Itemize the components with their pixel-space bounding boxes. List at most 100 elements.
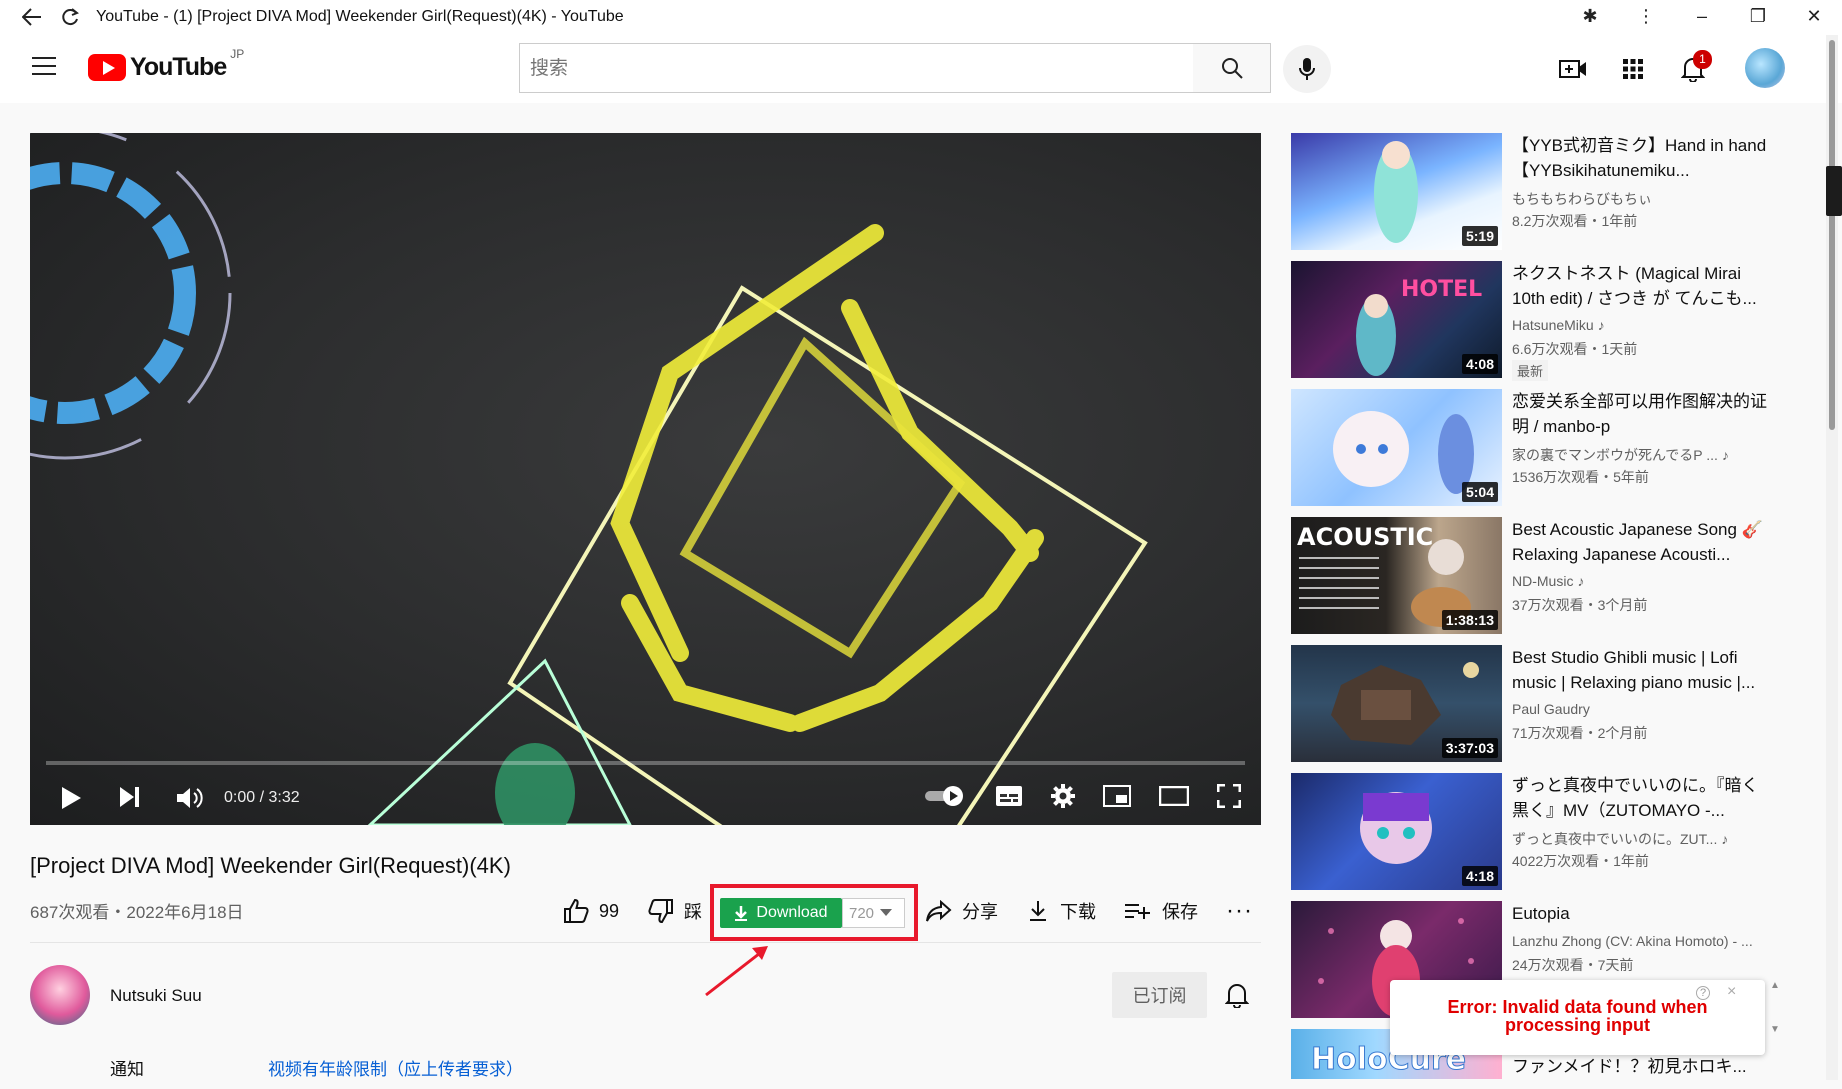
recommendation-title[interactable]: ネクストネスト (Magical Mirai 10th edit) / さつき …	[1512, 261, 1774, 311]
video-player[interactable]: 0:00 / 3:32	[30, 133, 1261, 825]
extensions-icon[interactable]: ✱	[1562, 6, 1618, 27]
age-restriction-link[interactable]: 视频有年龄限制（应上传者要求）	[268, 1055, 523, 1080]
video-thumbnail[interactable]: 5:19	[1291, 133, 1502, 250]
miniplayer-icon[interactable]	[1103, 784, 1131, 812]
recommendation-channel[interactable]: 家の裏でマンボウが死んでるP ... ♪	[1512, 445, 1774, 465]
recommendation-meta: 4022万次观看・1年前	[1512, 853, 1649, 869]
svg-text:HOTEL: HOTEL	[1401, 277, 1482, 302]
more-actions-icon[interactable]: ···	[1226, 893, 1253, 929]
notification-badge: 1	[1693, 50, 1712, 69]
video-thumbnail[interactable]: HOTEL 4:08	[1291, 261, 1502, 378]
offline-download-button[interactable]: 下载	[1028, 893, 1096, 929]
recommendation-item[interactable]: 3:37:03 Best Studio Ghibli music | Lofi …	[1291, 645, 1791, 773]
search-button[interactable]	[1193, 43, 1271, 93]
quality-value: 720	[849, 904, 875, 922]
youtube-logo[interactable]: YouTube JP	[88, 47, 244, 82]
video-thumbnail[interactable]: ACOUSTIC 1:38:13	[1291, 517, 1502, 634]
thumbs-down-icon	[648, 899, 673, 923]
recommendation-meta: 71万次观看・2个月前	[1512, 725, 1648, 741]
autoplay-toggle[interactable]	[923, 784, 967, 813]
recommendation-title[interactable]: 恋爱关系全部可以用作图解决的证明 / manbo-p	[1512, 389, 1774, 439]
search-icon	[1221, 58, 1243, 79]
share-button[interactable]: 分享	[926, 893, 998, 929]
download-icon	[1030, 901, 1046, 921]
recommendation-title[interactable]: Eutopia	[1512, 901, 1774, 926]
video-thumbnail[interactable]: 3:37:03	[1291, 645, 1502, 762]
voice-search-button[interactable]	[1283, 45, 1331, 93]
scrollbar-thumb[interactable]	[1829, 40, 1835, 430]
apps-grid-icon[interactable]	[1615, 51, 1651, 87]
next-icon[interactable]	[118, 786, 142, 810]
recommendation-title[interactable]: Best Acoustic Japanese Song 🎸 Relaxing J…	[1512, 517, 1774, 567]
new-badge: 最新	[1512, 360, 1549, 381]
recommendation-title[interactable]: 【YYB式初音ミク】Hand in hand 【YYBsikihatunemik…	[1512, 133, 1774, 183]
window-titlebar: YouTube - (1) [Project DIVA Mod] Weekend…	[0, 0, 1842, 33]
recommendation-channel[interactable]: Paul Gaudry	[1512, 701, 1774, 717]
download-button[interactable]: Download	[720, 898, 842, 928]
microphone-icon	[1299, 58, 1315, 80]
scroll-marker	[1826, 166, 1842, 216]
search-box[interactable]	[519, 43, 1207, 93]
notice-label: 通知	[110, 1060, 144, 1079]
video-duration: 4:08	[1461, 354, 1498, 374]
fullscreen-icon[interactable]	[1216, 783, 1242, 813]
subtitles-icon[interactable]	[995, 785, 1023, 812]
channel-bell-icon[interactable]	[1224, 982, 1250, 1013]
view-count-date: 687次观看・2022年6月18日	[30, 903, 244, 922]
save-button[interactable]: 保存	[1124, 893, 1198, 929]
region-code: JP	[230, 46, 245, 61]
channel-name[interactable]: Nutsuki Suu	[110, 986, 202, 1006]
recommendation-channel[interactable]: Lanzhu Zhong (CV: Akina Homoto) - ...	[1512, 933, 1774, 949]
recommendation-item[interactable]: ACOUSTIC 1:38:13 Best Acoustic Japanese …	[1291, 517, 1791, 645]
youtube-play-icon	[88, 54, 126, 81]
recommendation-item[interactable]: 5:19 【YYB式初音ミク】Hand in hand 【YYBsikihatu…	[1291, 133, 1791, 261]
back-arrow-icon[interactable]	[20, 5, 44, 29]
window-title: YouTube - (1) [Project DIVA Mod] Weekend…	[96, 7, 624, 25]
video-title: [Project DIVA Mod] Weekender Girl(Reques…	[30, 853, 511, 878]
minimize-button[interactable]: –	[1674, 6, 1730, 27]
reload-icon[interactable]	[58, 5, 82, 29]
recommendation-title[interactable]: ファンメイド！？初見ホロキ...	[1512, 1054, 1774, 1079]
progress-bar[interactable]	[46, 761, 1245, 765]
error-message: Error: Invalid data found when processin…	[1390, 998, 1765, 1034]
account-avatar[interactable]	[1745, 48, 1785, 88]
video-duration: 4:18	[1461, 866, 1498, 886]
close-button[interactable]: ✕	[1786, 6, 1842, 27]
recommendation-title[interactable]: ずっと真夜中でいいのに。『暗く黒く』MV（ZUTOMAYO -...	[1512, 773, 1774, 823]
video-duration: 1:38:13	[1441, 610, 1498, 630]
dislike-button[interactable]: 踩	[648, 893, 702, 929]
recommendation-channel[interactable]: HatsuneMiku ♪	[1512, 317, 1774, 333]
video-thumbnail[interactable]: 4:18	[1291, 773, 1502, 890]
share-icon	[926, 900, 952, 922]
quality-select[interactable]: 720	[842, 898, 905, 928]
recommendation-channel[interactable]: もちもちわらびもちぃ	[1512, 189, 1774, 209]
like-button[interactable]: 99	[563, 893, 619, 929]
recommendation-meta: 24万次观看・7天前	[1512, 957, 1634, 973]
search-input[interactable]	[520, 44, 1190, 92]
recommendation-meta: 1536万次观看・5年前	[1512, 469, 1649, 485]
popup-scrollbar[interactable]: ▲ ▼	[1768, 980, 1782, 1055]
menu-icon[interactable]	[32, 57, 56, 77]
create-video-icon[interactable]	[1555, 51, 1591, 87]
save-label: 保存	[1162, 902, 1198, 922]
recommendation-item[interactable]: HOTEL 4:08 ネクストネスト (Magical Mirai 10th e…	[1291, 261, 1791, 389]
volume-icon[interactable]	[176, 786, 204, 810]
like-count: 99	[599, 900, 620, 921]
video-duration: 5:04	[1461, 482, 1498, 502]
section-divider	[30, 942, 1261, 943]
play-icon[interactable]	[60, 786, 84, 810]
channel-avatar[interactable]	[30, 965, 90, 1025]
share-label: 分享	[962, 902, 998, 922]
recommendation-channel[interactable]: ずっと真夜中でいいのに。ZUT... ♪	[1512, 829, 1774, 849]
subscribe-button[interactable]: 已订阅	[1112, 972, 1207, 1018]
more-vert-icon[interactable]: ⋮	[1618, 6, 1674, 27]
recommendation-title[interactable]: Best Studio Ghibli music | Lofi music | …	[1512, 645, 1774, 695]
video-thumbnail[interactable]: 5:04	[1291, 389, 1502, 506]
restore-button[interactable]: ❐	[1730, 6, 1786, 27]
theater-mode-icon[interactable]	[1158, 785, 1190, 811]
settings-gear-icon[interactable]	[1051, 783, 1075, 813]
player-controls: 0:00 / 3:32	[30, 773, 1261, 823]
recommendation-channel[interactable]: ND-Music ♪	[1512, 573, 1774, 589]
recommendation-item[interactable]: 5:04 恋爱关系全部可以用作图解决的证明 / manbo-p 家の裏でマンボウ…	[1291, 389, 1791, 517]
recommendation-item[interactable]: 4:18 ずっと真夜中でいいのに。『暗く黒く』MV（ZUTOMAYO -... …	[1291, 773, 1791, 901]
